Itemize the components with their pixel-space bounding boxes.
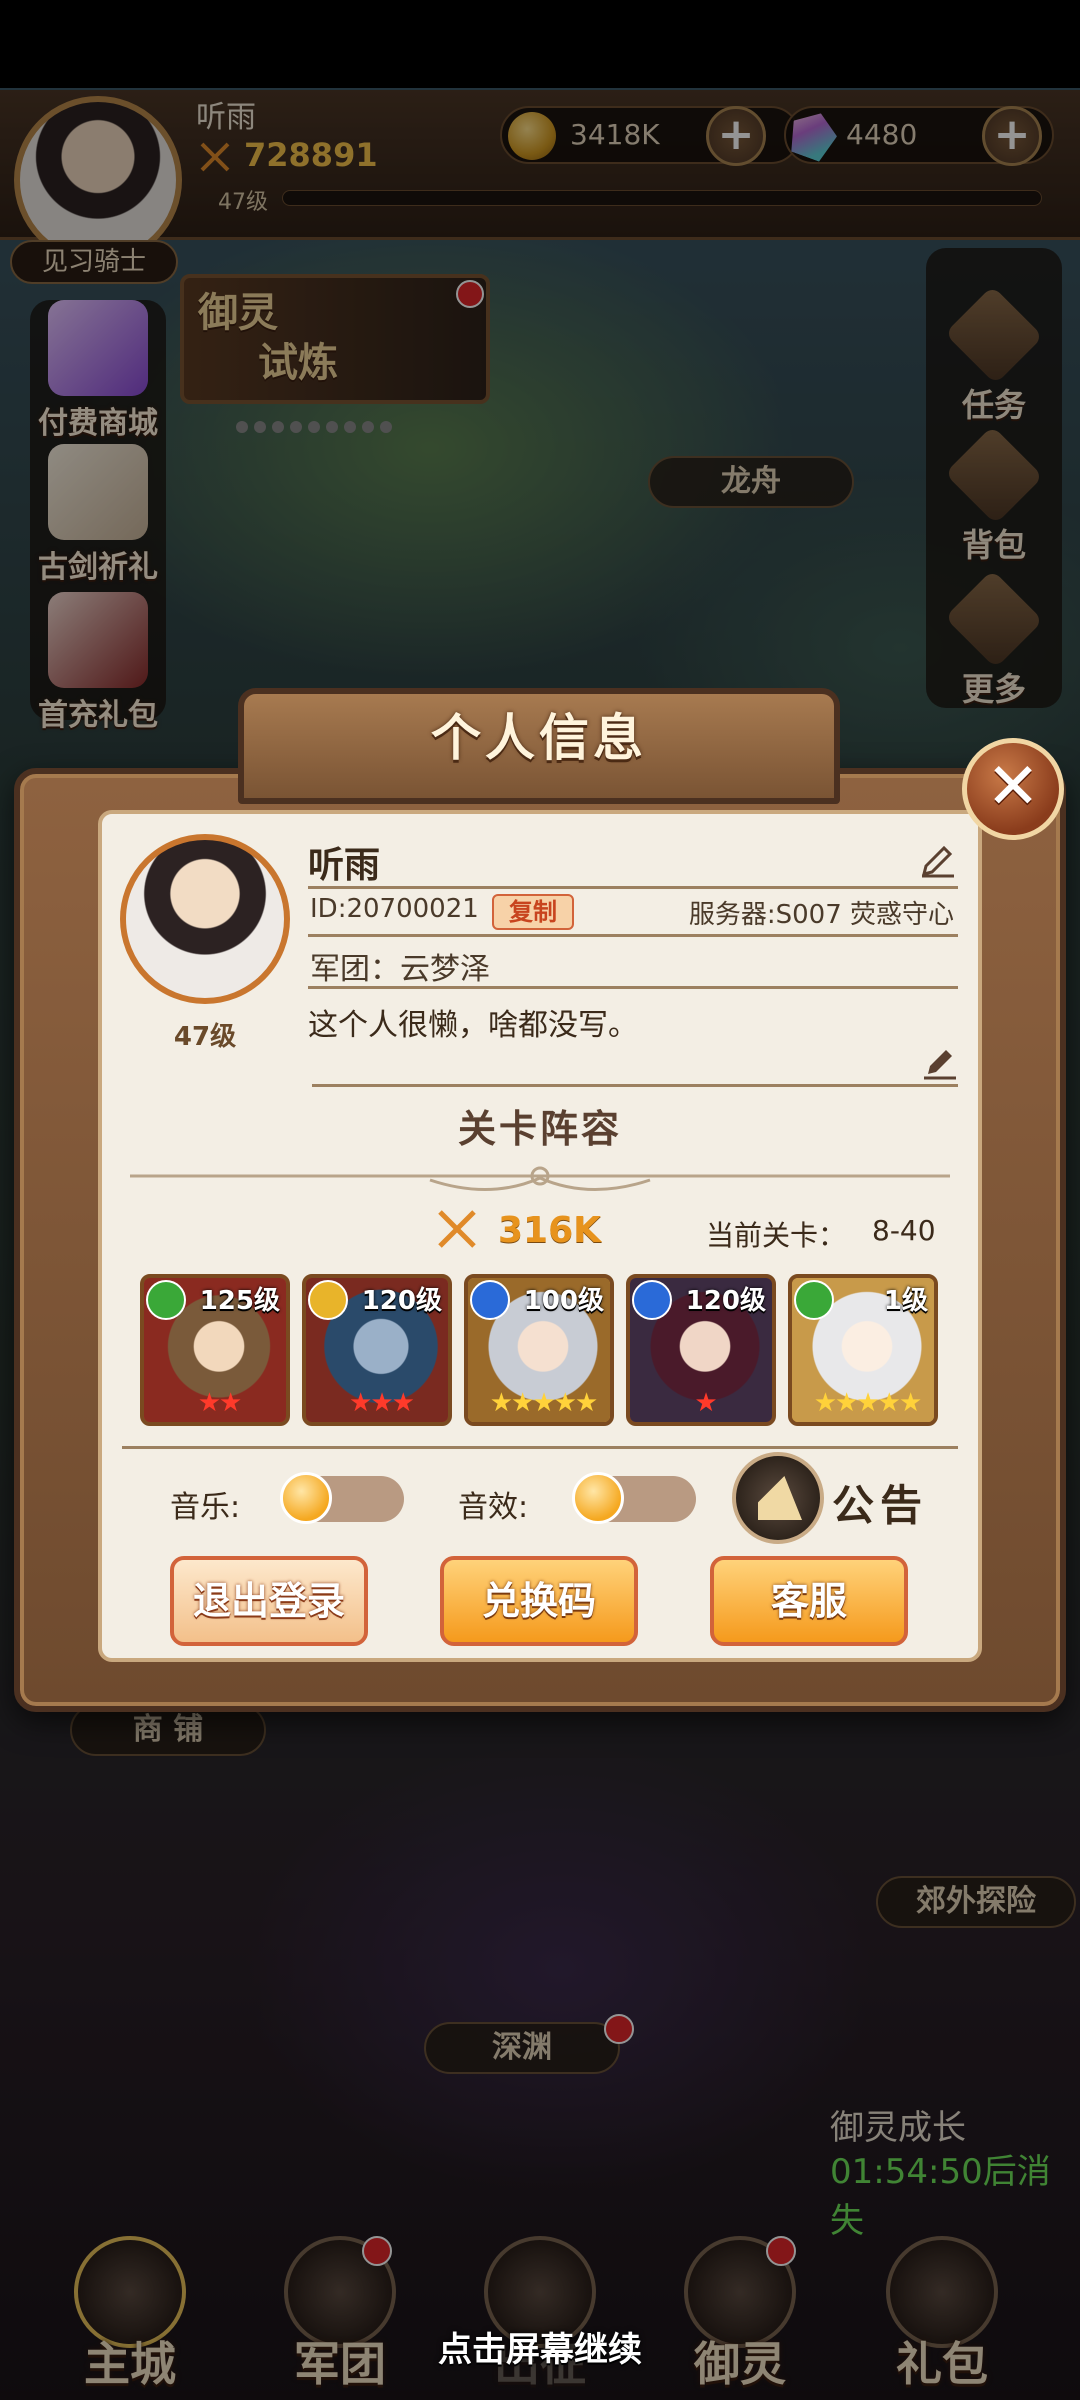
hero-card[interactable]: 120级 ★★★ [302,1274,452,1426]
copy-id-button[interactable]: 复制 [492,894,574,930]
toggle-knob [280,1472,332,1524]
hero-stars: ★★★ [349,1388,415,1418]
settings-divider [122,1446,958,1449]
music-label: 音乐: [170,1490,241,1525]
stage-value: 8-40 [872,1214,936,1247]
edit-signature-icon[interactable] [920,1040,960,1080]
player-id: ID:20700021 [310,894,479,924]
hero-level: 1级 [883,1286,928,1316]
close-button[interactable]: ✕ [962,738,1064,840]
hero-level: 120级 [361,1286,442,1316]
hero-stars: ★★★★★ [489,1388,599,1418]
ornament-divider [130,1166,950,1192]
profile-level: 47级 [173,1022,237,1052]
hero-card[interactable]: 125级 ★★ [140,1274,290,1426]
customer-service-button[interactable]: 客服 [710,1556,908,1646]
hero-card[interactable]: 120级 ★ [626,1274,776,1426]
hero-level: 125级 [199,1286,280,1316]
profile-name: 听雨 [308,845,381,886]
status-bar [0,0,1080,88]
music-toggle[interactable] [280,1472,404,1524]
toggle-knob [572,1472,624,1524]
notice-button[interactable] [732,1452,824,1544]
tap-to-continue-hint: 点击屏幕继续 [438,2330,642,2370]
name-underline [308,886,958,889]
profile-avatar[interactable] [120,834,290,1004]
notice-label[interactable]: 公告 [832,1472,928,1533]
water-element-icon [470,1280,510,1320]
sfx-toggle[interactable] [572,1472,696,1524]
power-swords-icon [438,1210,476,1248]
id-underline [308,934,958,937]
hero-card[interactable]: 100级 ★★★★★ [464,1274,614,1426]
lineup-power: 316K [498,1210,602,1251]
hero-level: 120级 [685,1286,766,1316]
wind-element-icon [794,1280,834,1320]
server-info: 服务器:S007 荧惑守心 [688,900,954,930]
hero-stars: ★ [694,1388,717,1418]
sfx-label: 音效: [458,1490,529,1525]
hero-level: 100级 [523,1286,604,1316]
water-element-icon [632,1280,672,1320]
signature-underline [312,1084,958,1087]
hero-stars: ★★★★★ [813,1388,923,1418]
edit-name-icon[interactable] [918,838,958,878]
hero-card[interactable]: 1级 ★★★★★ [788,1274,938,1426]
lineup-title: 关卡阵容 [457,1107,622,1151]
guild-underline [308,986,958,989]
wind-element-icon [146,1280,186,1320]
stage-label: 当前关卡： [706,1219,847,1252]
redeem-code-button[interactable]: 兑换码 [440,1556,638,1646]
gold-element-icon [308,1280,348,1320]
megaphone-icon [758,1476,802,1520]
logout-button[interactable]: 退出登录 [170,1556,368,1646]
hero-stars: ★★ [197,1388,243,1418]
guild-info: 军团：云梦泽 [310,952,490,987]
signature-text: 这个人很懒，啥都没写。 [308,1008,638,1043]
dialog-title: 个人信息 [431,709,647,767]
